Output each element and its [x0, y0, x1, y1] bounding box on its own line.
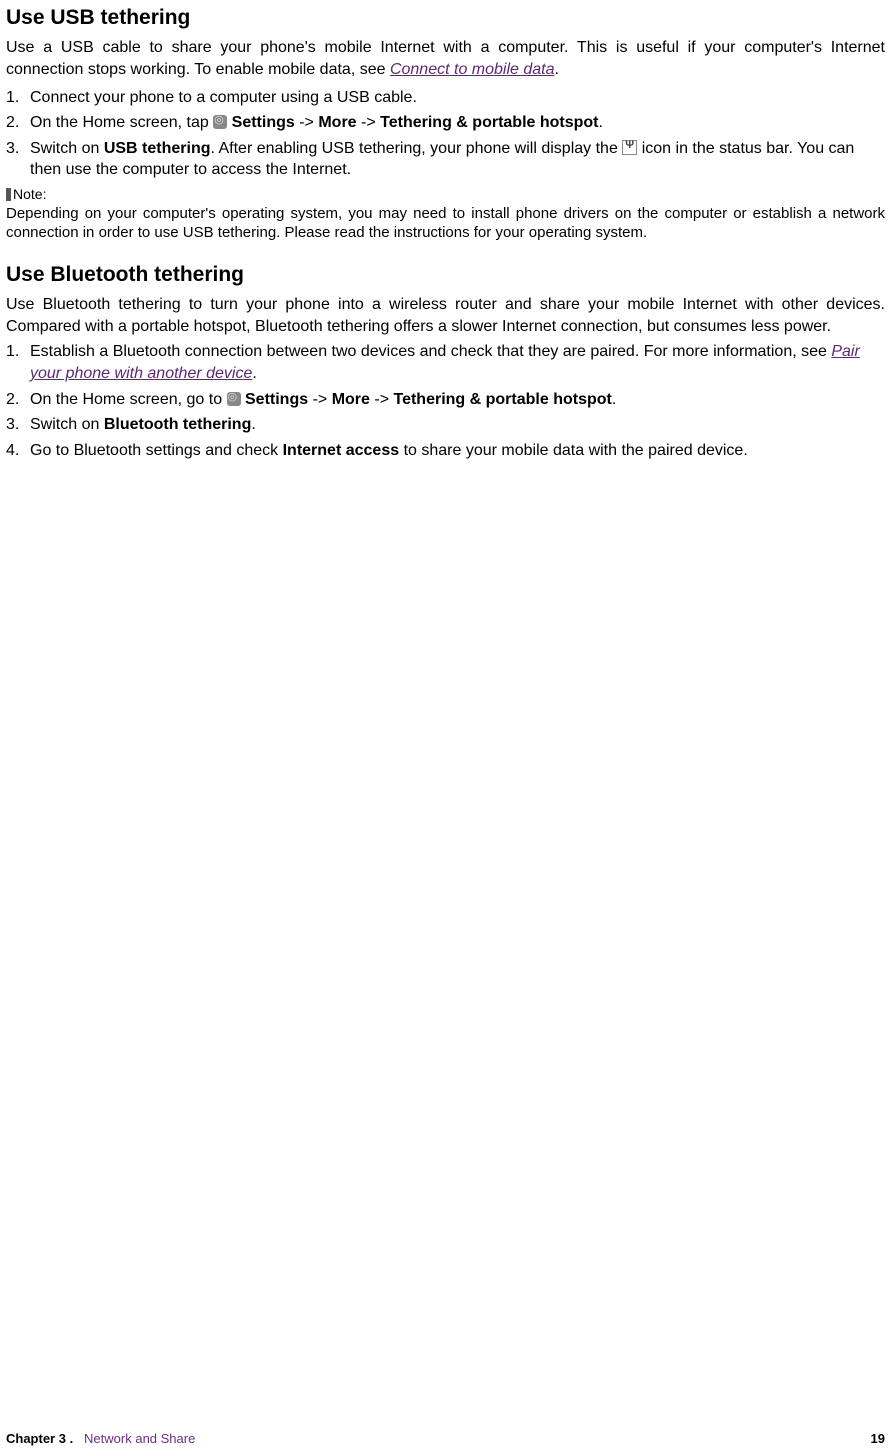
- label-settings: Settings: [232, 114, 295, 131]
- arrow: ->: [370, 391, 394, 408]
- settings-icon: [227, 392, 241, 406]
- text: Establish a Bluetooth connection between…: [30, 343, 831, 360]
- list-item: 1. Establish a Bluetooth connection betw…: [6, 341, 885, 384]
- bt-steps: 1. Establish a Bluetooth connection betw…: [6, 341, 885, 461]
- note-flag-icon: [6, 188, 11, 201]
- text: Switch on: [30, 140, 104, 157]
- text: .: [555, 61, 559, 78]
- step-number: 3.: [6, 138, 30, 181]
- section-usb: Use USB tethering Use a USB cable to sha…: [6, 4, 885, 243]
- step-body: On the Home screen, go to Settings -> Mo…: [30, 389, 885, 411]
- step-body: Connect your phone to a computer using a…: [30, 87, 885, 109]
- text: Go to Bluetooth settings and check: [30, 442, 283, 459]
- footer-left: Chapter 3 . Network and Share: [6, 1430, 195, 1448]
- step-number: 3.: [6, 414, 30, 436]
- usb-intro: Use a USB cable to share your phone's mo…: [6, 37, 885, 80]
- usb-steps: 1. Connect your phone to a computer usin…: [6, 87, 885, 181]
- text: .: [612, 391, 616, 408]
- list-item: 2. On the Home screen, tap Settings -> M…: [6, 112, 885, 134]
- step-body: Switch on Bluetooth tethering.: [30, 414, 885, 436]
- step-body: On the Home screen, tap Settings -> More…: [30, 112, 885, 134]
- label-more: More: [318, 114, 356, 131]
- label-settings: Settings: [245, 391, 308, 408]
- text: .: [251, 416, 255, 433]
- label-usb-tethering: USB tethering: [104, 140, 211, 157]
- note-label-text: Note:: [13, 186, 46, 202]
- step-number: 1.: [6, 87, 30, 109]
- step-number: 1.: [6, 341, 30, 384]
- section-bluetooth: Use Bluetooth tethering Use Bluetooth te…: [6, 261, 885, 462]
- label-bt-tethering: Bluetooth tethering: [104, 416, 252, 433]
- list-item: 3. Switch on USB tethering. After enabli…: [6, 138, 885, 181]
- step-body: Go to Bluetooth settings and check Inter…: [30, 440, 885, 462]
- arrow: ->: [295, 114, 319, 131]
- settings-icon: [213, 115, 227, 129]
- link-connect-mobile-data[interactable]: Connect to mobile data: [390, 61, 555, 78]
- text: .: [599, 114, 603, 131]
- list-item: 4. Go to Bluetooth settings and check In…: [6, 440, 885, 462]
- label-tethering: Tethering & portable hotspot: [380, 114, 598, 131]
- page-footer: Chapter 3 . Network and Share 19: [6, 1430, 885, 1448]
- list-item: 2. On the Home screen, go to Settings ->…: [6, 389, 885, 411]
- usb-tether-icon: [622, 140, 637, 155]
- footer-chapter: Chapter 3 .: [6, 1431, 73, 1446]
- text: On the Home screen, go to: [30, 391, 227, 408]
- label-internet-access: Internet access: [283, 442, 400, 459]
- step-number: 2.: [6, 112, 30, 134]
- note-text: Depending on your computer's operating s…: [6, 204, 885, 243]
- page-number: 19: [871, 1430, 885, 1448]
- footer-title: Network and Share: [77, 1431, 196, 1446]
- step-number: 2.: [6, 389, 30, 411]
- label-tethering: Tethering & portable hotspot: [393, 391, 611, 408]
- text: Switch on: [30, 416, 104, 433]
- text: . After enabling USB tethering, your pho…: [210, 140, 622, 157]
- arrow: ->: [308, 391, 332, 408]
- step-body: Switch on USB tethering. After enabling …: [30, 138, 885, 181]
- list-item: 1. Connect your phone to a computer usin…: [6, 87, 885, 109]
- arrow: ->: [357, 114, 381, 131]
- text: On the Home screen, tap: [30, 114, 213, 131]
- step-body: Establish a Bluetooth connection between…: [30, 341, 885, 384]
- text: to share your mobile data with the paire…: [399, 442, 748, 459]
- step-number: 4.: [6, 440, 30, 462]
- text: .: [252, 365, 256, 382]
- bt-intro: Use Bluetooth tethering to turn your pho…: [6, 294, 885, 337]
- heading-bt: Use Bluetooth tethering: [6, 261, 885, 289]
- heading-usb: Use USB tethering: [6, 4, 885, 32]
- note-label: Note:: [6, 185, 885, 204]
- label-more: More: [332, 391, 370, 408]
- list-item: 3. Switch on Bluetooth tethering.: [6, 414, 885, 436]
